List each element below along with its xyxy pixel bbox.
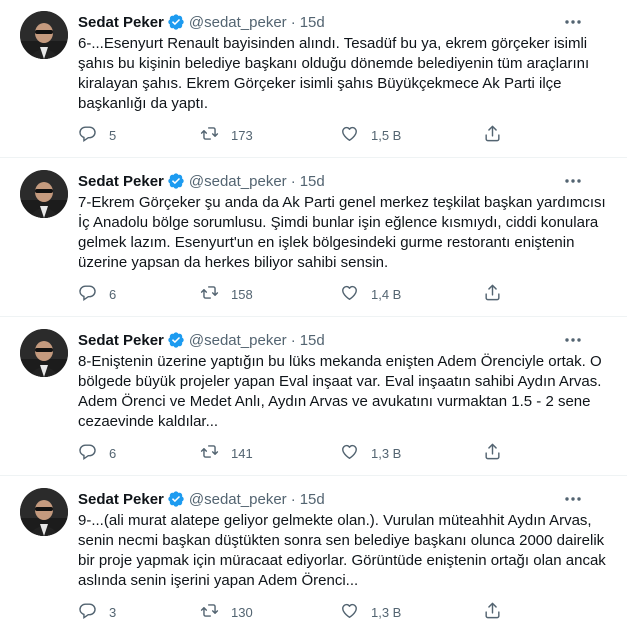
tweet[interactable]: Sedat Peker @sedat_peker · 15d 6-...Esen… xyxy=(0,0,627,158)
tweet-text: 7-Ekrem Görçeker şu anda da Ak Parti gen… xyxy=(78,194,606,271)
tweet-time[interactable]: 15d xyxy=(300,332,325,349)
verified-badge-icon xyxy=(167,172,185,190)
reply-bubble-icon xyxy=(78,124,97,146)
separator-dot: · xyxy=(290,13,296,31)
retweet-button[interactable]: 173 xyxy=(200,125,253,145)
heart-icon xyxy=(340,124,359,146)
tweet-time[interactable]: 15d xyxy=(300,491,325,508)
retweet-count: 130 xyxy=(231,604,253,620)
reply-bubble-icon xyxy=(78,442,97,464)
verified-badge-icon xyxy=(167,490,185,508)
tweet-text: 8-Eniştenin üzerine yaptığın bu lüks mek… xyxy=(78,353,602,430)
separator-dot: · xyxy=(290,172,296,190)
more-dots-icon[interactable] xyxy=(563,171,583,191)
author-name[interactable]: Sedat Peker xyxy=(78,332,164,349)
more-dots-icon[interactable] xyxy=(563,12,583,32)
tweet[interactable]: Sedat Peker @sedat_peker · 15d 9-...(ali… xyxy=(0,477,627,635)
share-upload-icon xyxy=(483,442,502,464)
tweet-header: Sedat Peker @sedat_peker · 15d xyxy=(78,330,325,350)
retweet-arrows-icon xyxy=(200,601,219,623)
author-name[interactable]: Sedat Peker xyxy=(78,14,164,31)
tweet-text: 6-...Esenyurt Renault bayisinden alındı.… xyxy=(78,35,590,112)
tweet-header: Sedat Peker @sedat_peker · 15d xyxy=(78,12,325,32)
heart-icon xyxy=(340,442,359,464)
reply-button[interactable]: 5 xyxy=(78,125,116,145)
reply-button[interactable]: 6 xyxy=(78,443,116,463)
share-button[interactable] xyxy=(483,443,502,463)
tweet-header: Sedat Peker @sedat_peker · 15d xyxy=(78,171,325,191)
tweet-actions: 5 173 1,5 B xyxy=(78,125,508,145)
like-button[interactable]: 1,5 B xyxy=(340,125,401,145)
reply-count: 6 xyxy=(109,445,117,461)
avatar[interactable] xyxy=(20,11,68,59)
author-handle[interactable]: @sedat_peker xyxy=(189,14,287,31)
tweet[interactable]: Sedat Peker @sedat_peker · 15d 8-Enişten… xyxy=(0,318,627,476)
tweet[interactable]: Sedat Peker @sedat_peker · 15d 7-Ekrem G… xyxy=(0,159,627,317)
like-button[interactable]: 1,3 B xyxy=(340,602,401,622)
tweet-header: Sedat Peker @sedat_peker · 15d xyxy=(78,489,325,509)
heart-icon xyxy=(340,283,359,305)
author-handle[interactable]: @sedat_peker xyxy=(189,173,287,190)
reply-count: 6 xyxy=(109,286,117,302)
share-button[interactable] xyxy=(483,125,502,145)
author-name[interactable]: Sedat Peker xyxy=(78,173,164,190)
share-button[interactable] xyxy=(483,602,502,622)
avatar[interactable] xyxy=(20,488,68,536)
like-count: 1,5 B xyxy=(371,127,402,143)
more-dots-icon[interactable] xyxy=(563,489,583,509)
tweet-time[interactable]: 15d xyxy=(300,173,325,190)
verified-badge-icon xyxy=(167,331,185,349)
like-button[interactable]: 1,4 B xyxy=(340,284,401,304)
separator-dot: · xyxy=(290,331,296,349)
author-name[interactable]: Sedat Peker xyxy=(78,491,164,508)
retweet-arrows-icon xyxy=(200,442,219,464)
author-handle[interactable]: @sedat_peker xyxy=(189,332,287,349)
retweet-count: 158 xyxy=(231,286,253,302)
more-dots-icon[interactable] xyxy=(563,330,583,350)
like-count: 1,4 B xyxy=(371,286,402,302)
retweet-arrows-icon xyxy=(200,124,219,146)
share-upload-icon xyxy=(483,283,502,305)
author-handle[interactable]: @sedat_peker xyxy=(189,491,287,508)
retweet-button[interactable]: 158 xyxy=(200,284,253,304)
reply-count: 5 xyxy=(109,127,117,143)
verified-badge-icon xyxy=(167,13,185,31)
like-count: 1,3 B xyxy=(371,445,402,461)
reply-button[interactable]: 6 xyxy=(78,284,116,304)
reply-bubble-icon xyxy=(78,601,97,623)
share-upload-icon xyxy=(483,601,502,623)
tweet-text: 9-...(ali murat alatepe geliyor gelmekte… xyxy=(78,512,606,589)
retweet-count: 141 xyxy=(231,445,253,461)
avatar[interactable] xyxy=(20,170,68,218)
tweet-actions: 3 130 1,3 B xyxy=(78,602,508,622)
retweet-button[interactable]: 130 xyxy=(200,602,253,622)
reply-count: 3 xyxy=(109,604,117,620)
like-count: 1,3 B xyxy=(371,604,402,620)
tweet-timeline: Sedat Peker @sedat_peker · 15d 6-...Esen… xyxy=(0,0,627,636)
retweet-arrows-icon xyxy=(200,283,219,305)
retweet-button[interactable]: 141 xyxy=(200,443,253,463)
separator-dot: · xyxy=(290,490,296,508)
share-button[interactable] xyxy=(483,284,502,304)
avatar[interactable] xyxy=(20,329,68,377)
tweet-actions: 6 158 1,4 B xyxy=(78,284,508,304)
heart-icon xyxy=(340,601,359,623)
reply-button[interactable]: 3 xyxy=(78,602,116,622)
retweet-count: 173 xyxy=(231,127,253,143)
tweet-time[interactable]: 15d xyxy=(300,14,325,31)
like-button[interactable]: 1,3 B xyxy=(340,443,401,463)
tweet-actions: 6 141 1,3 B xyxy=(78,443,508,463)
share-upload-icon xyxy=(483,124,502,146)
reply-bubble-icon xyxy=(78,283,97,305)
